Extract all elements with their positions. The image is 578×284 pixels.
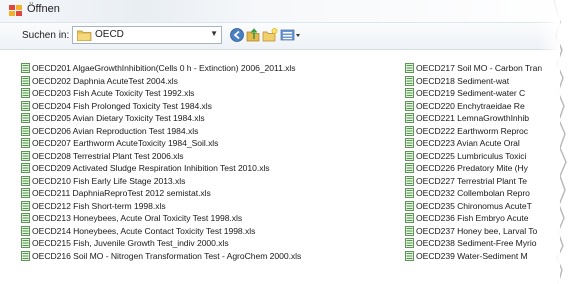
file-name: OECD203 Fish Acute Toxicity Test 1992.xl… (32, 88, 195, 98)
view-menu-button[interactable] (280, 27, 302, 43)
file-item[interactable]: OECD203 Fish Acute Toxicity Test 1992.xl… (21, 87, 401, 100)
excel-file-icon (405, 88, 414, 98)
toolbar: Suchen in: OECD ▼ (0, 23, 578, 50)
look-in-label: Suchen in: (22, 30, 70, 41)
excel-file-icon (405, 163, 414, 173)
excel-file-icon (21, 113, 30, 123)
excel-file-icon (405, 75, 414, 86)
file-list-column-1: OECD201 AlgaeGrowthInhibition(Cells 0 h … (21, 62, 401, 262)
file-item[interactable]: OECD202 Daphnia AcuteTest 2004.xls (21, 75, 401, 88)
excel-file-icon (21, 100, 30, 111)
file-name: OECD214 Honeybees, Acute Contact Toxicit… (32, 225, 256, 236)
file-name: OECD212 Fish Short-term 1998.xls (32, 200, 166, 211)
excel-file-icon (21, 213, 30, 223)
file-name: OECD208 Terrestrial Plant Test 2006.xls (32, 150, 184, 161)
torn-edge (538, 0, 578, 284)
excel-file-icon (21, 150, 30, 161)
excel-file-icon (405, 100, 414, 111)
look-in-value: OECD (95, 29, 124, 40)
excel-file-icon (21, 163, 30, 173)
excel-file-icon (21, 88, 30, 98)
file-name: OECD215 Fish, Juvenile Growth Test_indiv… (32, 238, 229, 248)
file-list: OECD201 AlgaeGrowthInhibition(Cells 0 h … (0, 50, 578, 284)
excel-file-icon (405, 200, 414, 211)
excel-file-icon (21, 250, 30, 261)
excel-file-icon (405, 188, 414, 198)
excel-file-icon (21, 63, 30, 73)
excel-file-icon (405, 238, 414, 248)
excel-file-icon (405, 138, 414, 148)
file-name: OECD218 Sediment-wat (416, 75, 510, 86)
file-name: OECD201 AlgaeGrowthInhibition(Cells 0 h … (32, 63, 296, 73)
file-item[interactable]: OECD212 Fish Short-term 1998.xls (21, 200, 401, 213)
file-item[interactable]: OECD209 Activated Sludge Respiration Inh… (21, 162, 401, 175)
excel-file-icon (21, 125, 30, 136)
excel-file-icon (21, 188, 30, 198)
file-name: OECD202 Daphnia AcuteTest 2004.xls (32, 75, 178, 86)
file-item[interactable]: OECD205 Avian Dietary Toxicity Test 1984… (21, 112, 401, 125)
excel-file-icon (21, 138, 30, 148)
file-item[interactable]: OECD201 AlgaeGrowthInhibition(Cells 0 h … (21, 62, 401, 75)
window-title: Öffnen (27, 3, 60, 15)
file-name: OECD207 Earthworm AcuteToxicity 1984_Soi… (32, 138, 219, 148)
look-in-dropdown[interactable]: OECD ▼ (72, 26, 222, 44)
open-dialog-icon (9, 5, 22, 16)
file-name: OECD210 Fish Early Life Stage 2013.xls (32, 175, 186, 186)
file-item[interactable]: OECD208 Terrestrial Plant Test 2006.xls (21, 150, 401, 163)
excel-file-icon (405, 113, 414, 123)
excel-file-icon (405, 150, 414, 161)
file-name: OECD213 Honeybees, Acute Oral Toxicity T… (32, 213, 243, 223)
excel-file-icon (405, 125, 414, 136)
excel-file-icon (21, 75, 30, 86)
new-folder-button[interactable] (262, 27, 278, 43)
excel-file-icon (21, 238, 30, 248)
file-item[interactable]: OECD210 Fish Early Life Stage 2013.xls (21, 175, 401, 188)
excel-file-icon (405, 250, 414, 261)
file-item[interactable]: OECD214 Honeybees, Acute Contact Toxicit… (21, 225, 401, 238)
file-item[interactable]: OECD216 Soil MO - Nitrogen Transformatio… (21, 250, 401, 263)
file-item[interactable]: OECD206 Avian Reproduction Test 1984.xls (21, 125, 401, 138)
file-name: OECD206 Avian Reproduction Test 1984.xls (32, 125, 199, 136)
excel-file-icon (21, 200, 30, 211)
up-folder-button[interactable] (245, 27, 261, 43)
back-button[interactable] (229, 27, 245, 43)
file-item[interactable]: OECD204 Fish Prolonged Toxicity Test 198… (21, 100, 401, 113)
file-item[interactable]: OECD207 Earthworm AcuteToxicity 1984_Soi… (21, 137, 401, 150)
file-item[interactable]: OECD215 Fish, Juvenile Growth Test_indiv… (21, 237, 401, 250)
file-item[interactable]: OECD211 DaphniaReproTest 2012 semistat.x… (21, 187, 401, 200)
file-name: OECD216 Soil MO - Nitrogen Transformatio… (32, 250, 302, 261)
file-name: OECD204 Fish Prolonged Toxicity Test 198… (32, 100, 212, 111)
chevron-down-icon: ▼ (210, 29, 218, 38)
file-name: OECD223 Avian Acute Oral (416, 138, 520, 148)
file-name: OECD209 Activated Sludge Respiration Inh… (32, 163, 270, 173)
file-name: OECD211 DaphniaReproTest 2012 semistat.x… (32, 188, 211, 198)
excel-file-icon (405, 63, 414, 73)
excel-file-icon (21, 175, 30, 186)
excel-file-icon (405, 213, 414, 223)
open-dialog: Öffnen Suchen in: OECD ▼ OECD201 AlgaeGr… (0, 0, 578, 284)
excel-file-icon (405, 175, 414, 186)
title-bar: Öffnen (0, 0, 578, 23)
excel-file-icon (405, 225, 414, 236)
excel-file-icon (21, 225, 30, 236)
folder-icon (77, 30, 92, 41)
file-item[interactable]: OECD213 Honeybees, Acute Oral Toxicity T… (21, 212, 401, 225)
file-name: OECD205 Avian Dietary Toxicity Test 1984… (32, 113, 205, 123)
